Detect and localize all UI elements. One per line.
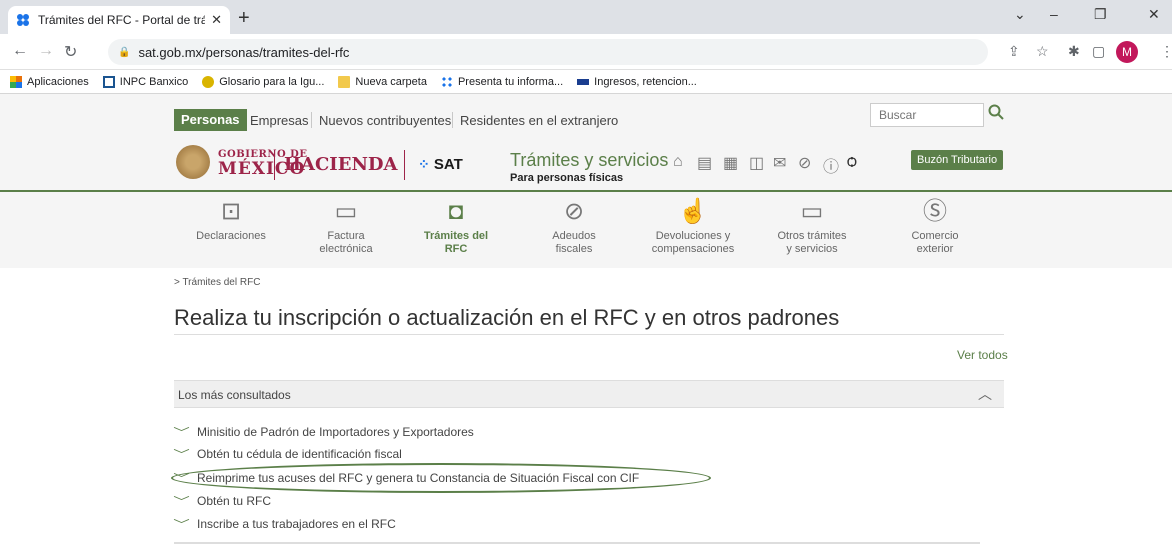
search-input[interactable]: [870, 103, 984, 127]
accordion-header[interactable]: Los más consultados: [174, 380, 1004, 408]
minimize-button[interactable]: –: [1050, 6, 1058, 22]
restore-button[interactable]: ❐: [1094, 6, 1107, 23]
nav-declaraciones[interactable]: ⊡ Declaraciones: [171, 198, 291, 243]
adeudos-icon: ⊘: [563, 198, 585, 225]
browser-tab[interactable]: Trámites del RFC - Portal de trám ✕: [8, 6, 230, 34]
tramites-icon: ◘: [448, 198, 464, 225]
sat-favicon-icon: [17, 14, 29, 26]
close-tab-icon[interactable]: ✕: [211, 12, 222, 28]
divider: [274, 150, 275, 180]
declaraciones-icon: ⊡: [220, 198, 242, 225]
home-icon[interactable]: ⌂: [673, 153, 683, 171]
bookmark-aplicaciones[interactable]: Aplicaciones: [10, 75, 89, 88]
nav-personas[interactable]: Personas: [174, 109, 247, 131]
divider: [174, 334, 1004, 335]
close-window-button[interactable]: ✕: [1148, 6, 1160, 23]
divider: [404, 150, 405, 180]
chevron-down-icon: ﹀: [173, 427, 190, 439]
sidepanel-icon[interactable]: ▢: [1092, 43, 1105, 60]
bookmark-ingresos[interactable]: Ingresos, retencion...: [577, 76, 697, 88]
menu-icon[interactable]: ⋮: [1160, 43, 1172, 60]
calendar-icon[interactable]: ▦: [723, 153, 738, 173]
tab-title: Trámites del RFC - Portal de trám: [38, 13, 206, 27]
buzon-tributario-button[interactable]: Buzón Tributario: [911, 150, 1004, 170]
chevron-down-icon: ﹀: [173, 449, 190, 461]
chevron-down-icon: ﹀: [173, 519, 190, 531]
star-icon[interactable]: ☆: [1036, 43, 1049, 60]
mexico-seal-icon: [176, 145, 210, 179]
nav-empresas[interactable]: Empresas: [250, 113, 309, 128]
list-item[interactable]: ﹀ Obtén tu RFC: [173, 493, 271, 509]
compass-icon[interactable]: ⊘: [798, 153, 811, 173]
extensions-icon[interactable]: ✱: [1068, 43, 1080, 60]
fira-icon: [577, 78, 590, 85]
forward-icon[interactable]: →: [38, 42, 54, 60]
folder-icon: [338, 75, 351, 88]
devoluciones-icon: ☝: [678, 198, 708, 225]
factura-icon: ▭: [334, 198, 358, 225]
list-item[interactable]: ﹀ Minisitio de Padrón de Importadores y …: [173, 424, 474, 440]
section-subtitle: Para personas físicas: [510, 172, 624, 184]
help-icon[interactable]: ⓘ: [823, 153, 839, 177]
chevron-up-icon[interactable]: ︿: [978, 384, 992, 404]
nav-nuevos-contribuyentes[interactable]: Nuevos contribuyentes: [319, 113, 451, 128]
apps-grid-icon: [10, 75, 22, 88]
bookmark-inpc[interactable]: INPC Banxico: [102, 75, 188, 88]
ver-todos-link[interactable]: Ver todos: [957, 348, 1008, 362]
sat-logo[interactable]: ⁘ SAT: [418, 156, 463, 173]
url-text: sat.gob.mx/personas/tramites-del-rfc: [138, 44, 350, 60]
lock-icon[interactable]: 🔒: [118, 47, 130, 58]
nav-factura-electronica[interactable]: ▭ Factura electrónica: [286, 198, 406, 256]
list-item[interactable]: ﹀ Inscribe a tus trabajadores en el RFC: [173, 516, 396, 532]
book-icon[interactable]: ◫: [749, 153, 764, 173]
hacienda-logo[interactable]: HACIENDA: [284, 154, 397, 175]
sat-dots-icon: ⁘: [418, 156, 430, 172]
search-icon[interactable]: [988, 104, 1004, 125]
nav-adeudos-fiscales[interactable]: ⊘ Adeudos fiscales: [514, 198, 634, 256]
tab-search-icon[interactable]: ⌄: [1014, 6, 1026, 23]
address-bar[interactable]: 🔒 sat.gob.mx/personas/tramites-del-rfc: [108, 39, 988, 65]
nav-comercio-exterior[interactable]: Ⓢ Comercio exterior: [875, 198, 995, 256]
section-title: Trámites y servicios: [510, 150, 669, 170]
bookmark-glosario[interactable]: Glosario para la Igu...: [202, 75, 324, 88]
sat-logo-text: SAT: [433, 156, 463, 173]
breadcrumb[interactable]: > Trámites del RFC: [174, 277, 260, 288]
list-item[interactable]: ﹀ Obtén tu cédula de identificación fisc…: [173, 446, 402, 462]
bookmark-presenta[interactable]: Presenta tu informa...: [440, 75, 563, 88]
otros-icon: ▭: [800, 198, 824, 225]
nav-residentes-extranjero[interactable]: Residentes en el extranjero: [460, 113, 618, 128]
id-card-icon[interactable]: ▤: [697, 153, 712, 173]
nav-devoluciones[interactable]: ☝ Devoluciones y compensaciones: [633, 198, 753, 256]
reload-icon[interactable]: ↻: [64, 42, 77, 62]
nav-tramites-rfc[interactable]: ◘ Trámites del RFC: [396, 198, 516, 256]
highlight-ellipse: [171, 463, 711, 493]
mail-icon[interactable]: ✉: [773, 153, 786, 173]
accessibility-icon[interactable]: ѻ: [847, 153, 857, 171]
bank-icon: [102, 75, 115, 88]
back-icon[interactable]: ←: [12, 42, 28, 60]
divider: [174, 542, 980, 544]
divider: [311, 112, 312, 128]
chevron-down-icon: ﹀: [173, 496, 190, 508]
comercio-icon: Ⓢ: [923, 198, 947, 225]
sun-icon: [202, 75, 215, 88]
address-toolbar: ← → ↻ 🔒 sat.gob.mx/personas/tramites-del…: [0, 34, 1172, 70]
accordion-title: Los más consultados: [178, 388, 291, 402]
bookmark-nueva-carpeta[interactable]: Nueva carpeta: [338, 75, 427, 88]
new-tab-button[interactable]: +: [238, 8, 250, 28]
page-title: Realiza tu inscripción o actualización e…: [174, 305, 840, 330]
bookmarks-bar: Aplicaciones INPC Banxico Glosario para …: [0, 70, 1172, 94]
profile-avatar[interactable]: M: [1116, 41, 1138, 63]
share-icon[interactable]: ⇪: [1008, 43, 1020, 60]
nav-otros-tramites[interactable]: ▭ Otros trámites y servicios: [752, 198, 872, 256]
sat-icon: [440, 75, 453, 88]
divider: [452, 112, 453, 128]
